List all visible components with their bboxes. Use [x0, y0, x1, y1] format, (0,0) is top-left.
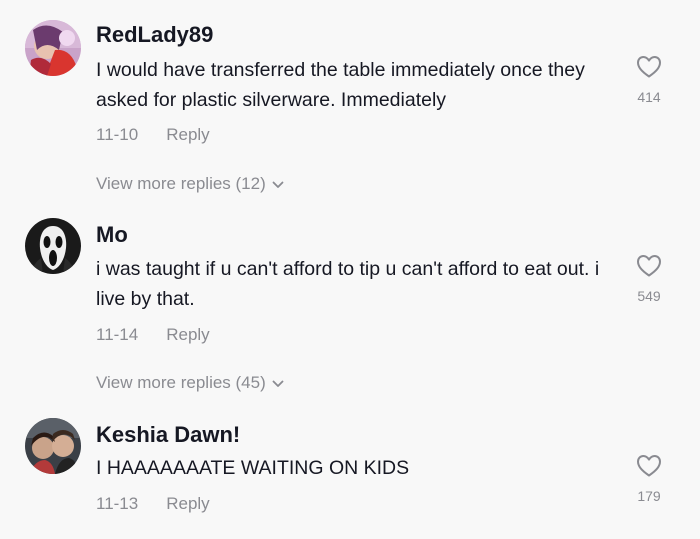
reply-button[interactable]: Reply [166, 494, 209, 513]
like-count: 179 [637, 488, 661, 504]
view-more-replies-button[interactable]: View more replies (45) [96, 372, 284, 394]
avatar[interactable] [25, 218, 81, 274]
avatar[interactable] [25, 418, 81, 474]
comment-date: 11-13 [96, 494, 139, 513]
username[interactable]: Keshia Dawn! [96, 422, 240, 448]
chevron-down-icon [272, 380, 284, 387]
comment-text: I HAAAAAAATE WAITING ON KIDS [96, 457, 410, 479]
view-more-replies-button[interactable]: View more replies (12) [96, 173, 284, 195]
comment-meta: 11-13 Reply [96, 493, 210, 515]
comment-date: 11-10 [96, 125, 139, 144]
reply-button[interactable]: Reply [166, 125, 209, 144]
comment-text: I would have transferred the table immed… [96, 59, 585, 111]
reply-button[interactable]: Reply [166, 325, 209, 344]
comment-meta: 11-14 Reply [96, 324, 210, 346]
heart-outline-icon [637, 455, 661, 477]
comment-text: i was taught if u can't afford to tip u … [96, 258, 600, 310]
chevron-down-icon [272, 181, 284, 188]
like-button[interactable]: 414 [630, 55, 668, 105]
avatar[interactable] [25, 20, 81, 76]
view-more-replies-label: View more replies (45) [96, 373, 266, 392]
heart-outline-icon [637, 255, 661, 277]
username[interactable]: Mo [96, 222, 128, 248]
like-count: 414 [637, 89, 661, 105]
view-more-replies-label: View more replies (12) [96, 174, 266, 193]
like-count: 549 [637, 288, 661, 304]
username[interactable]: RedLady89 [96, 22, 213, 48]
comment-date: 11-14 [96, 325, 139, 344]
like-button[interactable]: 549 [630, 254, 668, 304]
comments-panel: RedLady89 I would have transferred the t… [0, 0, 700, 539]
heart-outline-icon [637, 56, 661, 78]
comment-meta: 11-10 Reply [96, 124, 210, 146]
like-button[interactable]: 179 [630, 454, 668, 504]
